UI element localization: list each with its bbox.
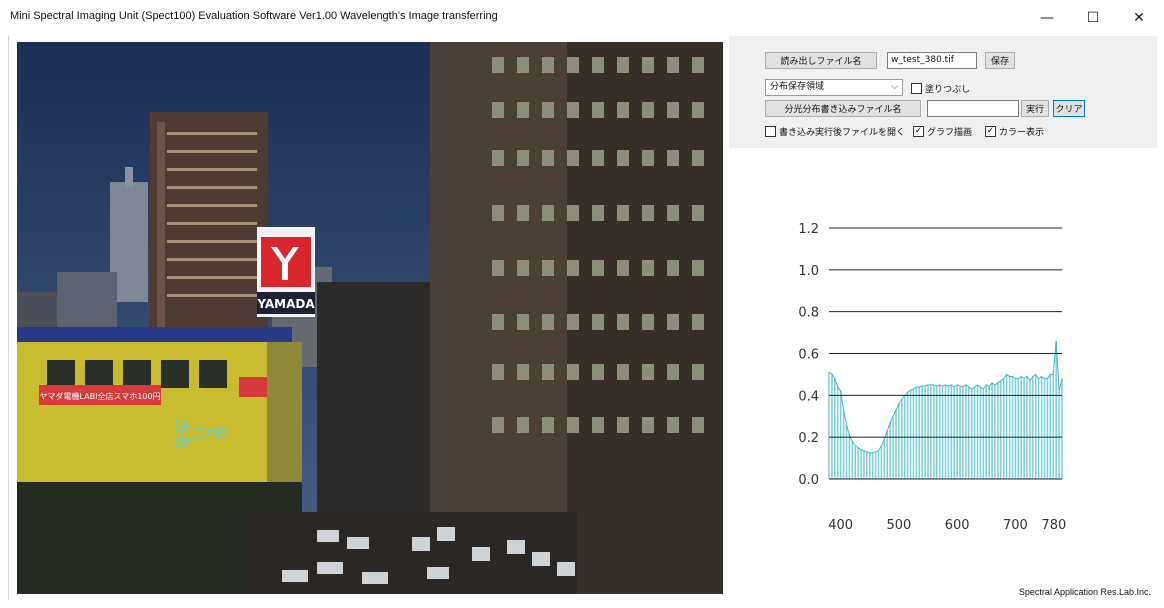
fill-checkbox-label: 塗りつぶし xyxy=(925,85,971,95)
color-display-checkbox-box[interactable]: ✓ xyxy=(985,126,996,137)
x-tick-label: 600 xyxy=(945,518,970,533)
y-tick-label: 0.4 xyxy=(798,389,819,404)
marker-label-1: 1 xyxy=(179,423,183,431)
x-tick-label: 400 xyxy=(828,518,853,533)
fill-checkbox[interactable]: 塗りつぶし xyxy=(911,82,970,95)
chevron-down-icon: ⌵ xyxy=(891,82,898,92)
spectrum-chart-svg: 1.2 1.0 0.8 0.6 0.4 0.2 0.0 400 500 600 700 780 xyxy=(798,222,1066,533)
region-save-select-value: 分布保存領域 xyxy=(770,82,825,92)
graph-draw-checkbox-box[interactable]: ✓ xyxy=(913,126,924,137)
region-save-select[interactable]: 分布保存領域 ⌵ xyxy=(765,79,903,96)
x-tick-label: 780 xyxy=(1041,518,1066,533)
read-file-name-field[interactable]: w_test_380.tif xyxy=(887,52,977,69)
spectral-write-file-field[interactable] xyxy=(927,100,1019,117)
maximize-button[interactable]: ☐ xyxy=(1070,0,1116,36)
close-button[interactable]: ✕ xyxy=(1116,0,1162,36)
marker-label-2: 2 xyxy=(179,440,183,448)
y-tick-label: 0.2 xyxy=(798,431,819,446)
spectrum-chart: 1.2 1.0 0.8 0.6 0.4 0.2 0.0 400 500 600 700 780 xyxy=(729,148,1157,584)
color-display-label: カラー表示 xyxy=(999,128,1045,138)
save-button[interactable]: 保存 xyxy=(985,52,1015,69)
run-button[interactable]: 実行 xyxy=(1021,100,1049,117)
color-display-checkbox[interactable]: ✓ カラー表示 xyxy=(985,125,1044,138)
title-bar: Mini Spectral Imaging Unit (Spect100) Ev… xyxy=(0,0,1164,36)
controls-panel: 読み出しファイル名 w_test_380.tif 保存 分布保存領域 ⌵ 塗りつ… xyxy=(729,36,1157,148)
marker-label-3: 3 xyxy=(218,430,222,438)
y-tick-label: 0.0 xyxy=(798,473,819,488)
graph-draw-label: グラフ描画 xyxy=(927,128,973,138)
y-tick-label: 0.8 xyxy=(798,306,819,321)
y-tick-label: 0.6 xyxy=(798,348,819,363)
fill-checkbox-box[interactable] xyxy=(911,83,922,94)
spectral-image-viewer[interactable]: YAMADA ヤマダ電機LABI全店スマホ100円 1 2 3 xyxy=(17,42,723,594)
x-tick-label: 500 xyxy=(886,518,911,533)
read-file-button[interactable]: 読み出しファイル名 xyxy=(765,52,877,69)
store-banner-text: ヤマダ電機LABI全店スマホ100円 xyxy=(40,391,161,401)
open-after-write-checkbox[interactable]: 書き込み実行後ファイルを開く xyxy=(765,125,905,138)
footer-credit: Spectral Application Res.Lab.Inc. xyxy=(1018,587,1151,597)
minimize-button[interactable]: — xyxy=(1024,0,1070,36)
y-tick-label: 1.0 xyxy=(798,264,819,279)
open-after-write-checkbox-box[interactable] xyxy=(765,126,776,137)
graph-draw-checkbox[interactable]: ✓ グラフ描画 xyxy=(913,125,972,138)
x-tick-label: 700 xyxy=(1003,518,1028,533)
city-scene-image: YAMADA ヤマダ電機LABI全店スマホ100円 1 2 3 xyxy=(17,42,723,594)
y-tick-label: 1.2 xyxy=(798,222,819,237)
spectral-write-file-button[interactable]: 分光分布書き込みファイル名 xyxy=(765,100,921,117)
window-title: Mini Spectral Imaging Unit (Spect100) Ev… xyxy=(10,10,498,22)
clear-button[interactable]: クリア xyxy=(1053,100,1085,117)
open-after-write-label: 書き込み実行後ファイルを開く xyxy=(779,128,906,138)
store-sign-text: YAMADA xyxy=(256,297,315,311)
main-client-area: YAMADA ヤマダ電機LABI全店スマホ100円 1 2 3 読み出しファイル… xyxy=(8,36,1157,600)
